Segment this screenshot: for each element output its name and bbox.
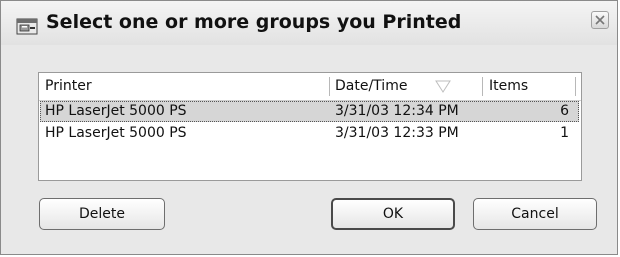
- column-header-datetime-label: Date/Time: [335, 78, 408, 94]
- row-items: 1: [560, 125, 569, 141]
- close-button[interactable]: [591, 11, 609, 29]
- dialog-title: Select one or more groups you Printed: [46, 11, 462, 33]
- column-divider[interactable]: [575, 77, 576, 96]
- column-header-datetime[interactable]: Date/Time: [335, 73, 481, 100]
- row-items: 6: [560, 103, 569, 119]
- list-header: Printer Date/Time Items: [39, 73, 581, 101]
- list-row[interactable]: HP LaserJet 5000 PS 3/31/03 12:34 PM 6: [40, 101, 579, 122]
- close-icon: [595, 15, 605, 25]
- list-row[interactable]: HP LaserJet 5000 PS 3/31/03 12:33 PM 1: [40, 123, 579, 144]
- printer-dialog-icon: [16, 18, 38, 36]
- column-divider[interactable]: [329, 77, 330, 96]
- row-datetime: 3/31/03 12:34 PM: [335, 103, 459, 119]
- delete-button[interactable]: Delete: [39, 198, 165, 230]
- column-header-printer[interactable]: Printer: [45, 73, 92, 100]
- row-printer: HP LaserJet 5000 PS: [45, 103, 187, 119]
- dialog-window: Select one or more groups you Printed Pr…: [0, 0, 618, 255]
- row-datetime: 3/31/03 12:33 PM: [335, 125, 459, 141]
- sort-indicator-icon: [435, 80, 451, 93]
- title-bar[interactable]: Select one or more groups you Printed: [1, 1, 617, 45]
- column-header-items[interactable]: Items: [489, 73, 528, 100]
- column-divider[interactable]: [482, 77, 483, 96]
- row-printer: HP LaserJet 5000 PS: [45, 125, 187, 141]
- ok-button[interactable]: OK: [331, 198, 455, 230]
- print-groups-list[interactable]: Printer Date/Time Items HP LaserJet 5000…: [38, 72, 582, 181]
- cancel-button[interactable]: Cancel: [473, 198, 597, 230]
